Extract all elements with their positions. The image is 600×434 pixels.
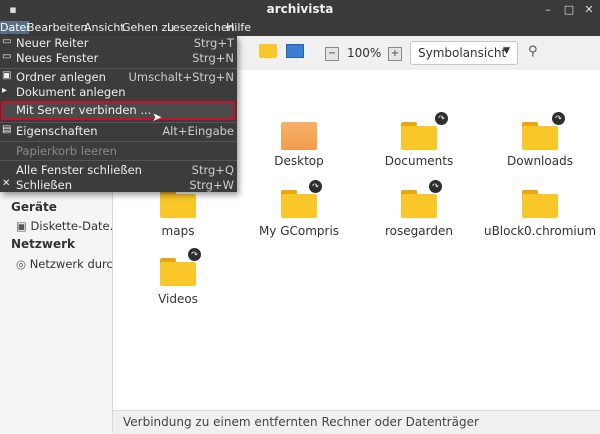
menu-item-shortcut: Strg+Q: [191, 163, 234, 177]
sidebar-item-browse-network[interactable]: ◎ Netzwerk durc...: [16, 257, 124, 271]
folder-toolbar-icon[interactable]: [259, 44, 277, 58]
menu-item-empty-trash: Papierkorb leeren: [0, 144, 237, 159]
zoom-level: 100%: [347, 46, 382, 60]
maximize-icon[interactable]: □: [562, 3, 576, 17]
menu-item-label: Papierkorb leeren: [16, 144, 117, 158]
view-mode-label: Symbolansicht: [418, 46, 507, 60]
menu-datei[interactable]: Datei: [0, 21, 30, 34]
menu-item-label: Schließen: [16, 178, 72, 192]
menu-ansicht[interactable]: Ansicht: [84, 21, 125, 34]
menu-item-connect-to-server[interactable]: Mit Server verbinden ...: [0, 103, 237, 118]
menu-item-create-folder[interactable]: ▣ Ordner anlegen Umschalt+Strg+N: [0, 70, 237, 85]
sidebar-heading-network: Netzwerk: [11, 237, 76, 251]
folder-icon: [522, 122, 558, 150]
folder-icon: [160, 190, 196, 218]
search-icon[interactable]: ⚲: [528, 44, 538, 59]
status-text: Verbindung zu einem entfernten Rechner o…: [123, 415, 479, 429]
file-label: Downloads: [507, 154, 573, 168]
menu-hilfe[interactable]: Hilfe: [226, 21, 251, 34]
folder-icon: [281, 190, 317, 218]
desktop-folder-icon: [281, 122, 317, 150]
file-item-desktop[interactable]: Desktop: [239, 118, 359, 170]
window-title: archivista: [266, 2, 334, 16]
file-label: Desktop: [274, 154, 324, 168]
menu-item-label: Neuer Reiter: [16, 36, 89, 50]
status-bar: Verbindung zu einem entfernten Rechner o…: [113, 410, 600, 434]
menu-separator: [0, 141, 237, 142]
close-icon: ✕: [2, 178, 11, 189]
file-item-rosegarden[interactable]: ↷ rosegarden: [359, 180, 479, 238]
file-label: rosegarden: [385, 224, 453, 238]
view-mode-select[interactable]: Symbolansicht ▼: [410, 41, 518, 65]
zoom-in-icon[interactable]: +: [388, 47, 402, 61]
sidebar-heading-devices: Geräte: [11, 200, 57, 214]
menu-item-shortcut: Strg+W: [189, 178, 234, 192]
folder-icon: [160, 258, 196, 286]
close-icon[interactable]: ✕: [582, 3, 596, 17]
file-label: My GCompris: [258, 224, 340, 238]
menu-separator: [0, 122, 237, 123]
sidebar-item-floppy[interactable]: ▣ Diskette-Date...: [16, 219, 121, 233]
menu-item-new-window[interactable]: ▭ Neues Fenster Strg+N: [0, 51, 237, 66]
file-label: maps: [161, 224, 195, 238]
new-tab-icon: ▭: [2, 36, 12, 47]
file-label: Videos: [158, 292, 198, 306]
file-item-documents[interactable]: ↷ Documents: [359, 112, 479, 170]
menu-lesezeichen[interactable]: Lesezeichen: [167, 21, 235, 34]
properties-icon: ▤: [2, 124, 12, 135]
folder-icon: [522, 190, 558, 218]
sidebar-item-label: Netzwerk durc...: [29, 257, 124, 271]
symlink-badge-icon: ↷: [309, 180, 322, 193]
zoom-out-icon[interactable]: −: [325, 47, 339, 61]
menu-item-create-document[interactable]: ▸ Dokument anlegen: [0, 85, 237, 100]
file-item-videos[interactable]: ↷ Videos: [118, 248, 238, 306]
chevron-down-icon: ▼: [503, 46, 510, 56]
symlink-badge-icon: ↷: [435, 112, 448, 125]
floppy-icon: ▣: [16, 219, 27, 233]
symlink-badge-icon: ↷: [552, 112, 565, 125]
menu-item-label: Neues Fenster: [16, 51, 99, 65]
file-item-my-gcompris[interactable]: ↷ My GCompris: [239, 180, 359, 238]
menu-bearbeiten[interactable]: Bearbeiten: [27, 21, 87, 34]
title-bar: ▪ archivista – □ ✕: [0, 0, 600, 20]
file-item-ublock0-chromium[interactable]: uBlock0.chromium: [480, 186, 600, 238]
menu-item-shortcut: Alt+Eingabe: [162, 124, 234, 138]
file-item-downloads[interactable]: ↷ Downloads: [480, 112, 600, 170]
folder-icon: [401, 122, 437, 150]
menu-item-label: Mit Server verbinden ...: [16, 103, 152, 117]
menu-item-close[interactable]: ✕ Schließen Strg+W: [0, 178, 237, 193]
menu-item-shortcut: Umschalt+Strg+N: [128, 70, 234, 84]
create-document-icon: ▸: [2, 85, 8, 96]
file-menu: ▭ Neuer Reiter Strg+T ▭ Neues Fenster St…: [0, 36, 237, 192]
create-folder-icon: ▣: [2, 70, 12, 81]
new-window-icon: ▭: [2, 51, 12, 62]
computer-icon[interactable]: [286, 44, 304, 58]
menu-separator: [0, 160, 237, 161]
menu-item-close-all-windows[interactable]: Alle Fenster schließen Strg+Q: [0, 163, 237, 178]
file-label: uBlock0.chromium: [483, 224, 597, 238]
sidebar-item-label: Diskette-Date...: [30, 219, 121, 233]
file-label: Documents: [384, 154, 454, 168]
menu-item-shortcut: Strg+T: [193, 36, 234, 50]
menu-item-label: Eigenschaften: [16, 124, 98, 138]
folder-icon: [401, 190, 437, 218]
menu-item-label: Dokument anlegen: [16, 85, 126, 99]
symlink-badge-icon: ↷: [429, 180, 442, 193]
menu-item-shortcut: Strg+N: [192, 51, 234, 65]
menu-item-label: Ordner anlegen: [16, 70, 106, 84]
symlink-badge-icon: ↷: [188, 248, 201, 261]
minimize-icon[interactable]: –: [541, 3, 555, 17]
menu-item-label: Alle Fenster schließen: [16, 163, 142, 177]
menu-item-new-tab[interactable]: ▭ Neuer Reiter Strg+T: [0, 36, 237, 51]
menu-item-properties[interactable]: ▤ Eigenschaften Alt+Eingabe: [0, 124, 237, 139]
mouse-pointer-icon: ➤: [152, 110, 163, 124]
menu-separator: [0, 68, 237, 69]
file-item-maps[interactable]: maps: [118, 186, 238, 238]
network-icon: ◎: [16, 257, 27, 271]
menu-bar: Datei Bearbeiten Ansicht Gehen zu Leseze…: [0, 20, 600, 36]
